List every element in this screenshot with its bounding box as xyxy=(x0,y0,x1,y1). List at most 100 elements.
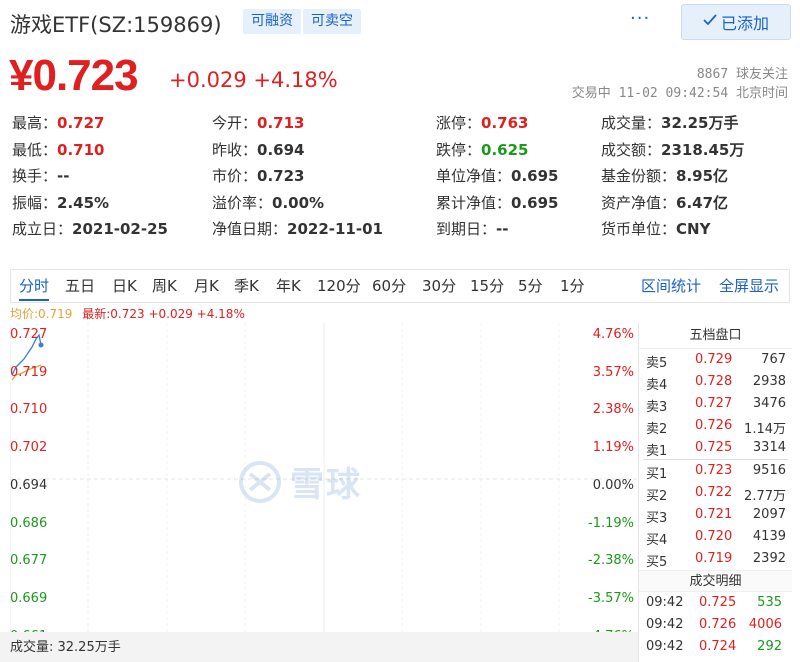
fund-title: 游戏ETF(SZ:159869) xyxy=(10,13,222,37)
margin-tag: 可融资 xyxy=(243,9,301,34)
stat-label: 单位净值： xyxy=(436,167,512,185)
trade-qty: 4006 xyxy=(748,617,782,632)
trading-status: 交易中 11-02 09:42:54 北京时间 xyxy=(571,86,788,101)
stat-value: 0.763 xyxy=(481,114,529,132)
current-price: ¥0.723 xyxy=(9,51,139,100)
ask-row-label: 卖4 xyxy=(646,378,668,393)
stat-label: 累计净值： xyxy=(436,193,512,212)
tab-8[interactable]: 60分 xyxy=(372,275,406,296)
more-icon[interactable]: ··· xyxy=(630,8,650,29)
avg-price-label: 均价:0.719 xyxy=(10,307,73,321)
stat-item: 振幅：2.45% xyxy=(12,191,109,215)
stat-label: 成立日： xyxy=(12,220,73,238)
stat-label: 涨停： xyxy=(436,114,482,132)
stat-value: -- xyxy=(57,167,70,185)
stat-item: 今开：0.713 xyxy=(212,111,304,135)
trade-qty: 292 xyxy=(757,639,782,654)
stat-item: 成立日：2021-02-25 xyxy=(12,217,168,241)
bid-row-qty: 9516 xyxy=(752,463,786,478)
added-watchlist-button[interactable]: 已添加 xyxy=(681,4,791,40)
bid-row-qty: 4139 xyxy=(752,529,786,544)
stat-item: 净值日期：2022-11-01 xyxy=(212,217,383,241)
ask-row-label: 卖1 xyxy=(646,444,668,459)
bid-row: 买2 0.722 2.77万 xyxy=(639,482,792,504)
stat-item: 成交量：32.25万手 xyxy=(601,111,738,135)
stat-item: 累计净值：0.695 xyxy=(436,191,558,215)
tab-5[interactable]: 季K xyxy=(234,275,259,296)
short-sell-tag: 可卖空 xyxy=(303,9,361,34)
tab-10[interactable]: 15分 xyxy=(470,275,504,296)
tab-4[interactable]: 月K xyxy=(194,275,219,296)
stat-value: 0.694 xyxy=(257,140,305,159)
y-axis-percent-label: -3.57% xyxy=(588,590,634,606)
trade-row: 09:42 0.726 4006 xyxy=(639,614,792,636)
followers-count[interactable]: 8867 球友关注 xyxy=(697,63,788,82)
trades-title: 成交明细 xyxy=(639,570,792,592)
bid-row-label: 买4 xyxy=(646,533,668,548)
stat-item: 成交额：2318.45万 xyxy=(601,138,744,162)
ask-row-label: 卖5 xyxy=(646,356,668,371)
tab-9[interactable]: 30分 xyxy=(422,275,456,296)
stat-label: 换手： xyxy=(12,167,58,185)
stat-label: 昨收： xyxy=(212,140,258,159)
ask-row-qty: 1.14万 xyxy=(744,422,786,437)
stat-label: 成交额： xyxy=(601,140,662,159)
stat-label: 市价： xyxy=(212,167,258,185)
trade-price: 0.725 xyxy=(699,595,737,610)
tab-3[interactable]: 周K xyxy=(152,275,177,296)
ask-row-qty: 3476 xyxy=(752,396,786,411)
ask-row: 卖2 0.726 1.14万 xyxy=(639,415,792,437)
stat-value: 2021-02-25 xyxy=(72,220,168,238)
stat-item: 单位净值：0.695 xyxy=(436,164,558,188)
stat-value: -- xyxy=(496,220,509,238)
stat-item: 基金份额：8.95亿 xyxy=(601,164,728,188)
tab-2[interactable]: 日K xyxy=(112,275,137,296)
trade-price: 0.726 xyxy=(699,617,737,632)
snowball-watermark: 雪球 xyxy=(238,457,362,506)
y-axis-percent-label: -2.38% xyxy=(588,553,634,569)
ask-row-qty: 3314 xyxy=(752,440,786,455)
stat-label: 最高： xyxy=(12,114,58,132)
bid-row-price: 0.720 xyxy=(695,529,733,544)
ask-row-price: 0.725 xyxy=(695,440,733,455)
range-stats-link[interactable]: 区间统计 xyxy=(641,275,701,296)
stat-label: 成交量： xyxy=(601,114,662,132)
volume-label: 成交量: 32.25万手 xyxy=(10,640,121,655)
stat-item: 市价：0.723 xyxy=(212,164,304,188)
stat-item: 最高：0.727 xyxy=(12,111,104,135)
bid-row-label: 买5 xyxy=(646,555,668,570)
tab-6[interactable]: 年K xyxy=(276,275,301,296)
y-axis-price-label: 0.710 xyxy=(10,402,48,418)
y-axis-price-label: 0.677 xyxy=(10,553,48,569)
trade-time: 09:42 xyxy=(646,617,684,632)
latest-point xyxy=(38,342,44,348)
y-axis-percent-label: 3.57% xyxy=(592,364,634,380)
bid-row: 买1 0.723 9516 xyxy=(639,460,792,482)
stat-item: 跌停：0.625 xyxy=(436,138,528,162)
stat-label: 溢价率： xyxy=(212,193,273,212)
order-book-title: 五档盘口 xyxy=(639,323,792,349)
tab-1[interactable]: 五日 xyxy=(65,275,95,296)
ask-row: 卖1 0.725 3314 xyxy=(639,437,792,459)
bid-row: 买3 0.721 2097 xyxy=(639,504,792,526)
ask-row: 卖5 0.729 767 xyxy=(639,349,792,371)
stat-value: 2.45% xyxy=(57,193,110,212)
ask-row-qty: 767 xyxy=(761,352,786,367)
stat-value: 8.95亿 xyxy=(676,167,729,185)
ask-row-price: 0.726 xyxy=(695,418,733,433)
y-axis-percent-label: 4.76% xyxy=(592,327,634,342)
fullscreen-link[interactable]: 全屏显示 xyxy=(719,275,779,296)
stat-value: 0.00% xyxy=(272,193,325,212)
stat-item: 资产净值：6.47亿 xyxy=(601,191,728,215)
ask-row-price: 0.728 xyxy=(695,374,733,389)
stat-value: CNY xyxy=(676,220,711,238)
chart-legend: 均价:0.719 最新:0.723 +0.029 +4.18% xyxy=(10,305,245,322)
tab-11[interactable]: 5分 xyxy=(518,275,543,296)
chart-tabs: 分时 五日 日K 周K 月K 季K 年K 120分 60分 30分 15分 5分 1分 区间统计 全屏显示 xyxy=(10,269,790,303)
trade-price: 0.724 xyxy=(699,639,737,654)
tab-0[interactable]: 分时 xyxy=(19,275,50,301)
tab-12[interactable]: 1分 xyxy=(560,275,585,296)
bid-row-price: 0.723 xyxy=(695,463,733,478)
stat-label: 基金份额： xyxy=(601,167,677,185)
tab-7[interactable]: 120分 xyxy=(317,275,361,296)
